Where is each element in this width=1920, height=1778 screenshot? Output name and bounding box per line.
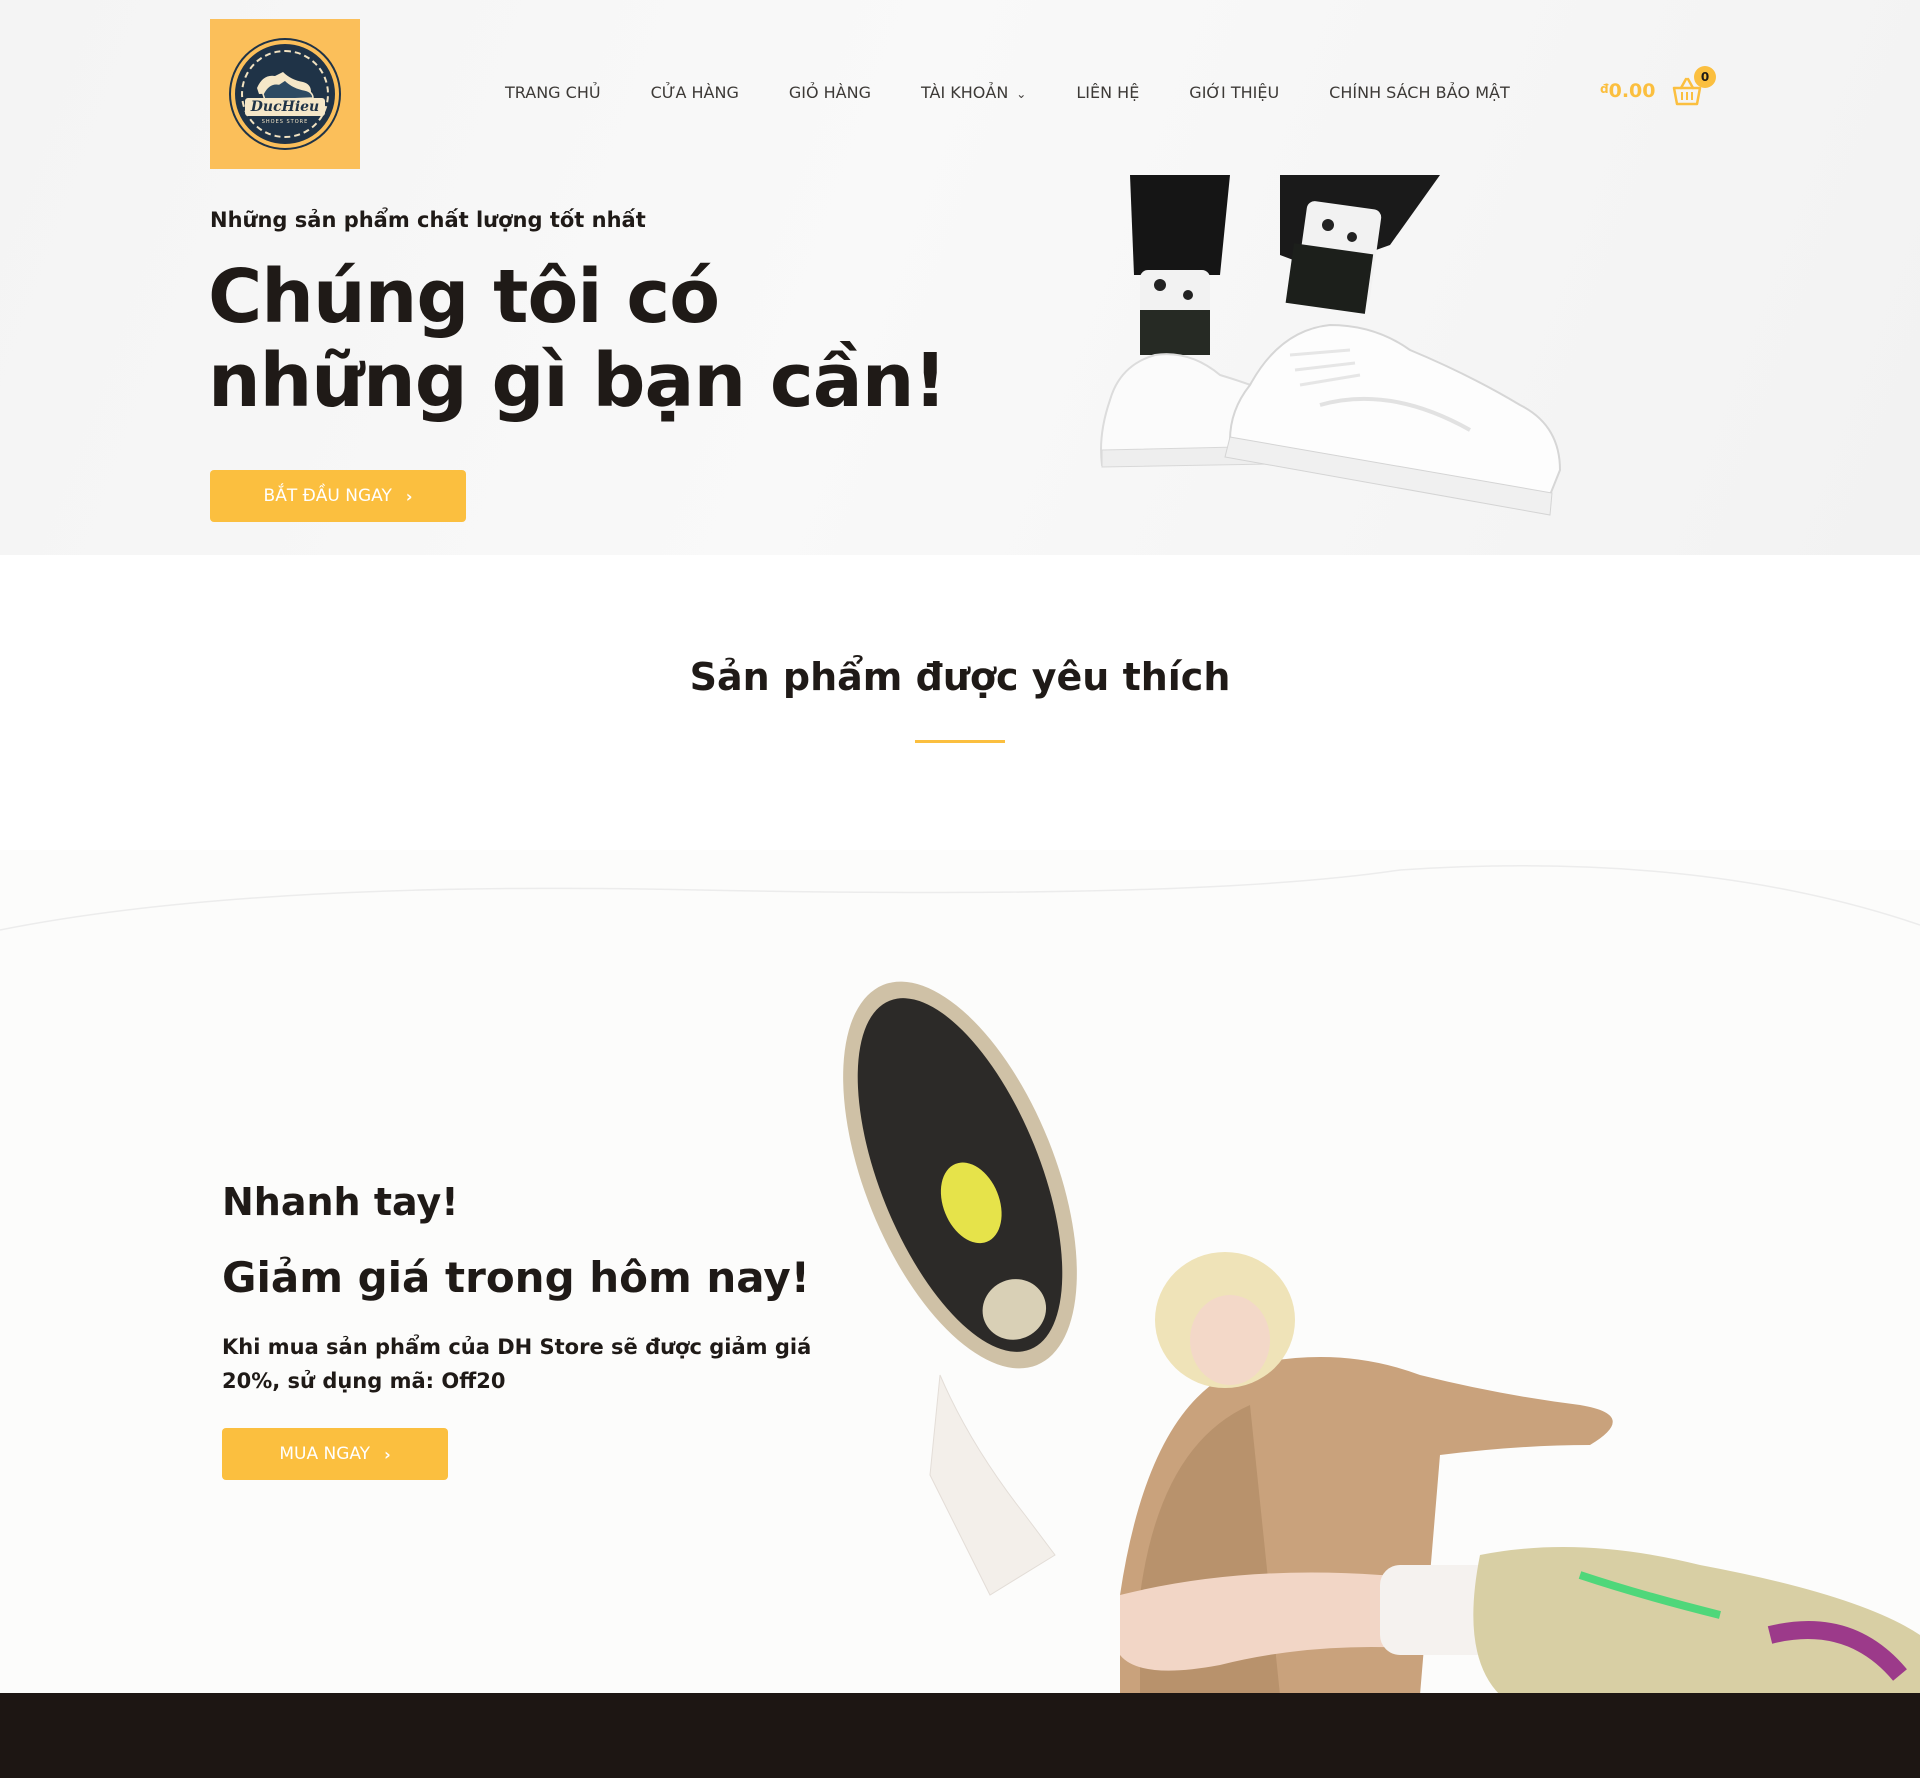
currency-symbol: đ xyxy=(1600,82,1609,96)
nav-label: TRANG CHỦ xyxy=(505,83,601,102)
button-label: BẮT ĐẦU NGAY xyxy=(263,486,392,506)
nav-item-lien-he[interactable]: LIÊN HỆ xyxy=(1076,83,1139,102)
promo-description: Khi mua sản phẩm của DH Store sẽ được gi… xyxy=(222,1335,812,1393)
buy-now-button[interactable]: MUA NGAY › xyxy=(222,1428,448,1480)
nav-item-gioi-thieu[interactable]: GIỚI THIỆU xyxy=(1189,83,1279,102)
featured-section-title: Sản phẩm được yêu thích xyxy=(689,655,1231,699)
hero-section: DucHieu SHOES STORE TRANG CHỦ CỬA HÀNG G… xyxy=(0,0,1920,555)
nav-item-gio-hang[interactable]: GIỎ HÀNG xyxy=(789,83,871,102)
button-label: MUA NGAY xyxy=(279,1444,371,1464)
title-underline xyxy=(915,740,1005,743)
chevron-right-icon: › xyxy=(384,1444,391,1464)
nav-item-cua-hang[interactable]: CỬA HÀNG xyxy=(651,83,739,102)
chevron-right-icon: › xyxy=(405,486,413,506)
wave-divider xyxy=(0,865,1920,950)
chevron-down-icon: ⌄ xyxy=(1016,86,1027,101)
cart-total[interactable]: đ0.00 xyxy=(1600,80,1655,102)
nav-label: LIÊN HỆ xyxy=(1076,83,1140,102)
nav-label: GIỚI THIỆU xyxy=(1189,83,1280,102)
site-logo[interactable]: DucHieu SHOES STORE xyxy=(210,19,360,169)
nav-item-chinh-sach-bao-mat[interactable]: CHÍNH SÁCH BẢO MẬT xyxy=(1329,83,1510,102)
promo-heading-2: Giảm giá trong hôm nay! xyxy=(222,1253,810,1302)
nav-label: CHÍNH SÁCH BẢO MẬT xyxy=(1329,83,1510,102)
hero-kicker: Những sản phẩm chất lượng tốt nhất xyxy=(210,208,646,232)
promo-model-image xyxy=(843,981,1920,1695)
cart-count-badge: 0 xyxy=(1694,66,1716,88)
logo-brand-text: DucHieu xyxy=(244,97,326,116)
promo-heading-1: Nhanh tay! xyxy=(222,1180,459,1224)
start-now-button[interactable]: BẮT ĐẦU NGAY › xyxy=(210,470,466,522)
logo-tagline: SHOES STORE xyxy=(261,118,309,125)
nav-label: TÀI KHOẢN xyxy=(920,83,1009,102)
main-nav: TRANG CHỦ CỬA HÀNG GIỎ HÀNG TÀI KHOẢN ⌄ … xyxy=(505,83,1560,102)
cart-amount: 0.00 xyxy=(1608,80,1656,102)
hero-sneakers-image xyxy=(1100,175,1562,516)
hero-title: Chúng tôi có những gì bạn cần! xyxy=(208,254,947,424)
nav-item-tai-khoan[interactable]: TÀI KHOẢN ⌄ xyxy=(921,83,1026,102)
footer xyxy=(0,1693,1920,1778)
logo-badge: DucHieu SHOES STORE xyxy=(231,40,339,148)
nav-label: GIỎ HÀNG xyxy=(788,83,871,102)
nav-item-trang-chu[interactable]: TRANG CHỦ xyxy=(505,83,601,102)
shoes-logo-icon xyxy=(257,72,314,101)
nav-label: CỬA HÀNG xyxy=(650,83,739,102)
